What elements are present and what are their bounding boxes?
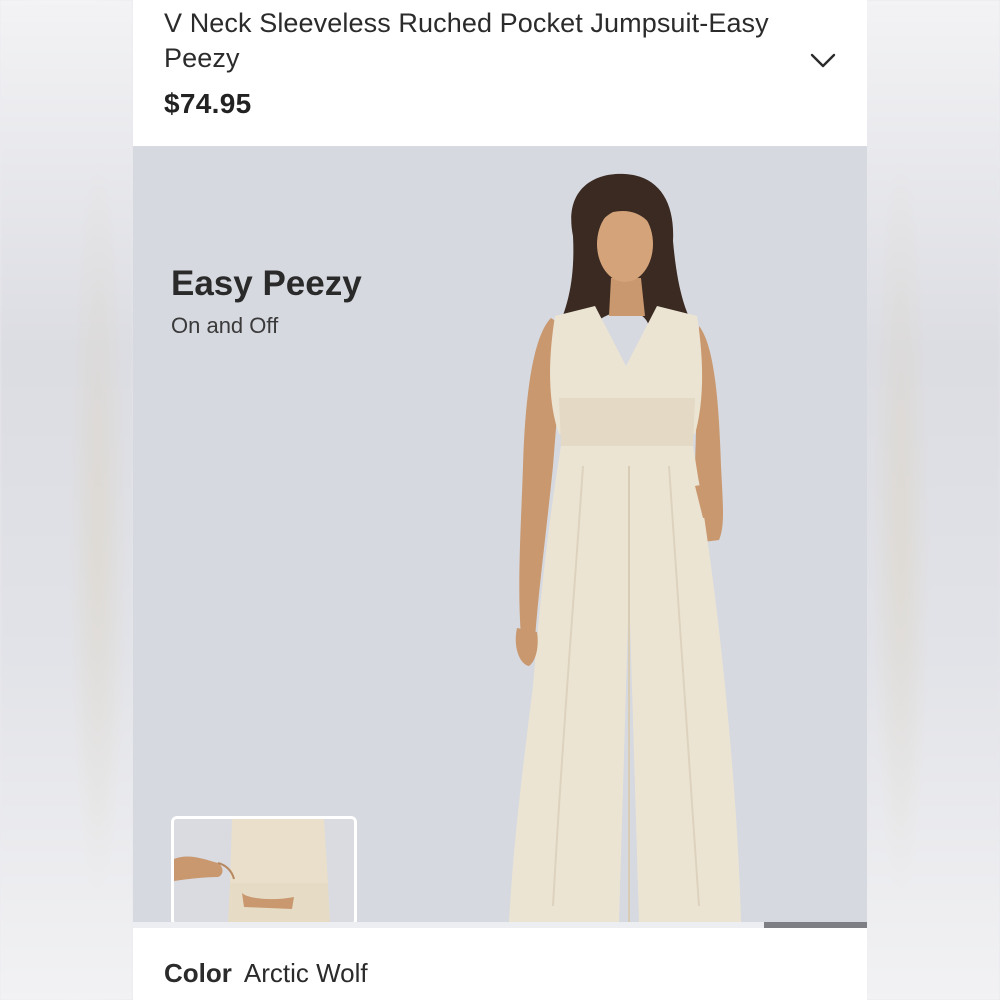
thumbnail-image (174, 819, 354, 923)
gallery-progress-bar (133, 922, 867, 928)
chevron-down-icon[interactable] (809, 46, 837, 74)
collection-title: Easy Peezy (171, 264, 362, 303)
product-image-carousel[interactable]: Easy Peezy On and Off (133, 146, 867, 926)
gallery-progress-indicator (764, 922, 867, 928)
color-label: Color (164, 958, 232, 988)
product-price: $74.95 (164, 88, 252, 119)
gallery-thumbnail[interactable] (171, 816, 357, 926)
blurred-left-border (0, 0, 133, 1000)
product-header: V Neck Sleeveless Ruched Pocket Jumpsuit… (133, 0, 867, 146)
product-page: V Neck Sleeveless Ruched Pocket Jumpsuit… (133, 0, 867, 1000)
color-selector: Color Arctic Wolf (164, 958, 368, 989)
model-photo (509, 173, 741, 922)
collection-subtitle: On and Off (171, 313, 279, 338)
blurred-right-border (866, 0, 1000, 1000)
product-title: V Neck Sleeveless Ruched Pocket Jumpsuit… (164, 8, 769, 73)
color-value: Arctic Wolf (243, 958, 368, 988)
